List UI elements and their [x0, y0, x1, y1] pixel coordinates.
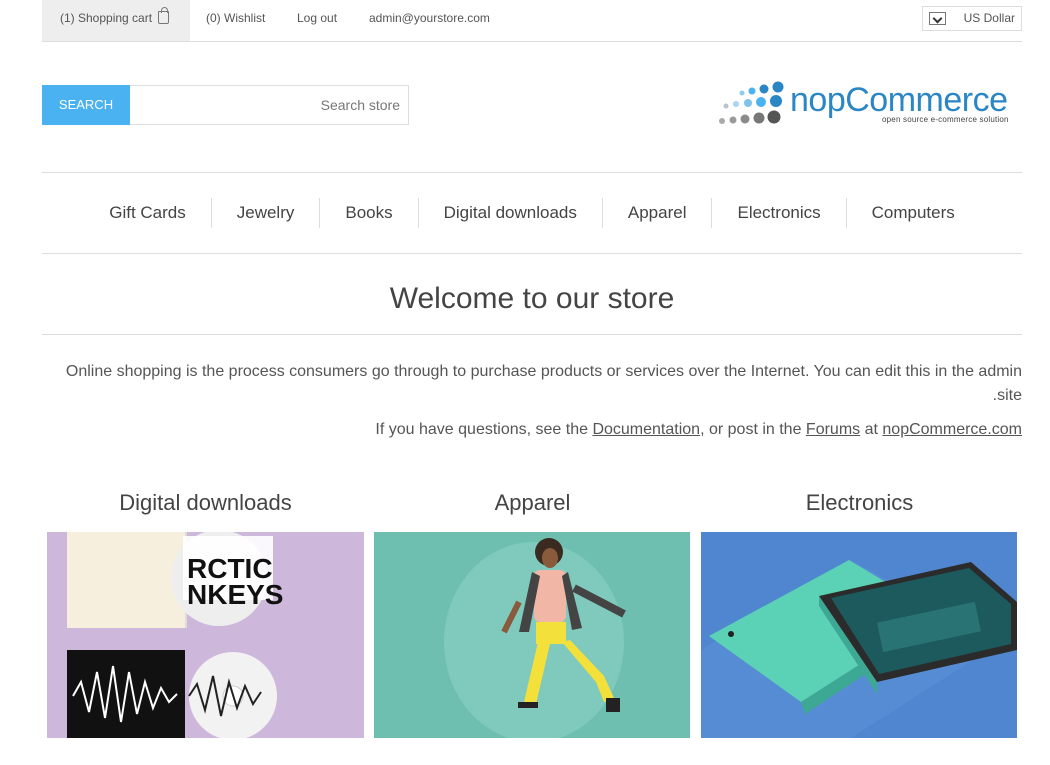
jumping-woman-image[interactable] — [374, 532, 691, 738]
wishlist-link[interactable]: (0) Wishlist — [206, 0, 265, 41]
svg-text:NKEYS: NKEYS — [187, 579, 283, 610]
logo-wordmark: nopCommerce — [790, 81, 1008, 119]
top-menu: Gift Cards Jewelry Books Digital downloa… — [42, 172, 1022, 254]
menu-item-apparel[interactable]: Apparel — [601, 198, 712, 228]
shopping-bag-icon — [158, 7, 170, 24]
documentation-link[interactable]: Documentation — [592, 421, 700, 438]
logout-link[interactable]: Log out — [297, 0, 337, 41]
menu-item-digital-downloads[interactable]: Digital downloads — [417, 198, 602, 228]
currency-selector[interactable]: US Dollar — [922, 6, 1022, 31]
smartphone-image[interactable] — [701, 532, 1018, 738]
logo-dots-icon — [719, 81, 784, 124]
shopping-cart-label: (1) Shopping cart — [60, 11, 153, 25]
menu-item-books[interactable]: Books — [319, 198, 417, 228]
help-text: If you have questions, see the Documenta… — [42, 418, 1022, 442]
account-link[interactable]: admin@yourstore.com — [369, 0, 490, 41]
menu-item-electronics[interactable]: Electronics — [711, 198, 845, 228]
help-prefix: If you have questions, see the — [375, 421, 593, 438]
help-at: at — [860, 421, 883, 438]
category-title[interactable]: Apparel — [374, 488, 691, 520]
search-input[interactable] — [130, 85, 409, 125]
category-electronics[interactable]: Electronics — [701, 488, 1018, 738]
store-logo[interactable]: nopCommerce open source e-commerce solut… — [716, 78, 1016, 130]
header-links: (1) Shopping cart (0) Wishlist Log out a… — [42, 0, 1022, 42]
category-digital-downloads[interactable]: Digital downloads RCTIC NKEYS — [47, 488, 364, 738]
menu-item-jewelry[interactable]: Jewelry — [210, 198, 320, 228]
nopcommerce-site-link[interactable]: nopCommerce.com — [882, 421, 1022, 438]
logo-tagline: open source e-commerce solution — [882, 115, 1009, 124]
forums-link[interactable]: Forums — [806, 421, 860, 438]
page-title: Welcome to our store — [42, 282, 1022, 335]
shopping-cart-link[interactable]: (1) Shopping cart — [42, 0, 190, 41]
category-title[interactable]: Electronics — [701, 488, 1018, 520]
menu-item-gift-cards[interactable]: Gift Cards — [84, 198, 211, 228]
category-apparel[interactable]: Apparel — [374, 488, 691, 738]
currency-value: US Dollar — [963, 11, 1015, 25]
help-middle: , or post in the — [700, 421, 806, 438]
menu-item-computers[interactable]: Computers — [845, 198, 980, 228]
welcome-text: Online shopping is the process consumers… — [65, 363, 1022, 404]
chevron-down-icon — [929, 12, 946, 25]
category-title[interactable]: Digital downloads — [47, 488, 364, 520]
search-button[interactable]: SEARCH — [42, 85, 130, 125]
album-covers-image[interactable]: RCTIC NKEYS — [47, 532, 364, 738]
